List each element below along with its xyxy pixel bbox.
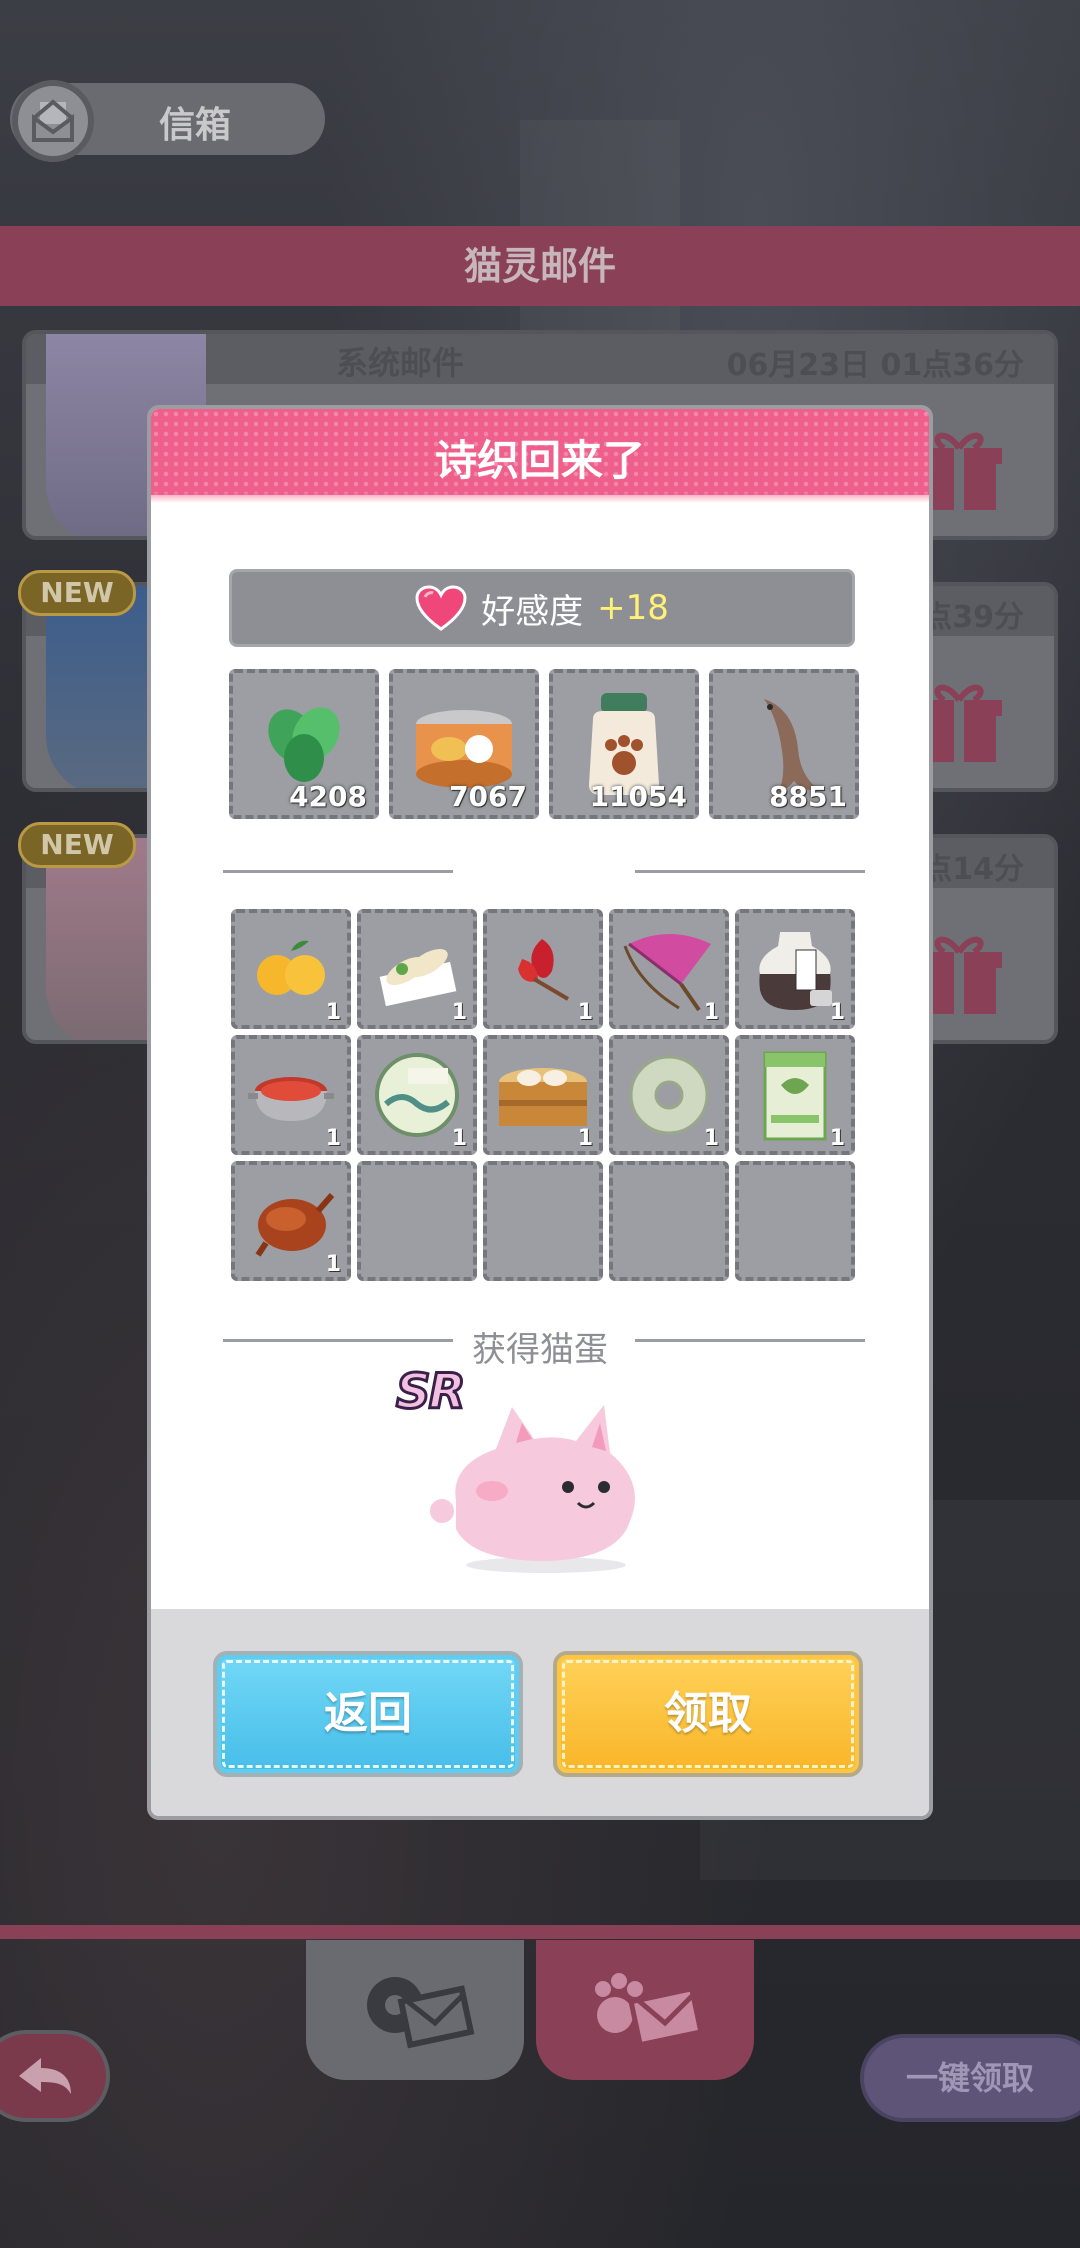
gift-slot[interactable]: 1 [609, 1035, 729, 1155]
gift-slot[interactable]: 1 [483, 1035, 603, 1155]
reward-slot[interactable]: 7067 [389, 669, 539, 819]
affinity-label: 好感度 [481, 591, 584, 632]
item-count: 1 [829, 1126, 845, 1151]
hotpot-icon [248, 1077, 334, 1121]
item-count: 7067 [449, 780, 527, 813]
liquor-jar-icon [759, 932, 832, 1010]
item-count: 1 [325, 1000, 341, 1025]
claim-button[interactable]: 领取 [553, 1651, 863, 1777]
gift-slot[interactable]: 1 [231, 1161, 351, 1281]
mint-leaves-icon [268, 707, 340, 782]
item-count: 1 [325, 1126, 341, 1151]
puer-tea-cake-icon [375, 1053, 459, 1137]
divider [223, 870, 453, 873]
gift-slot[interactable]: 1 [357, 1035, 477, 1155]
item-count: 1 [451, 1000, 467, 1025]
item-count: 1 [577, 1000, 593, 1025]
gift-slot[interactable]: 1 [735, 1035, 855, 1155]
reward-slot[interactable]: 8851 [709, 669, 859, 819]
item-count: 1 [703, 1000, 719, 1025]
item-count: 1 [829, 1000, 845, 1025]
empty-slot [357, 1161, 477, 1281]
empty-slot [735, 1161, 855, 1281]
gift-slot[interactable]: 1 [231, 909, 351, 1029]
red-flower-icon [518, 939, 570, 1001]
return-button[interactable]: 返回 [213, 1651, 523, 1777]
heart-icon [415, 585, 467, 631]
empty-slot [609, 1161, 729, 1281]
gift-slot[interactable]: 1 [609, 909, 729, 1029]
item-count: 1 [325, 1252, 341, 1277]
gift-slot[interactable]: 1 [483, 909, 603, 1029]
item-count: 1 [451, 1126, 467, 1151]
spring-rolls-icon [379, 949, 457, 1007]
item-count: 1 [577, 1126, 593, 1151]
affinity-value: +18 [597, 588, 669, 628]
reward-slot[interactable]: 4208 [229, 669, 379, 819]
jade-disc-icon [629, 1055, 709, 1135]
divider [635, 870, 865, 873]
item-count: 4208 [289, 780, 367, 813]
oranges-icon [257, 940, 325, 995]
tea-bag-icon [763, 1051, 827, 1141]
dialog-footer: 返回 领取 [151, 1609, 929, 1816]
affinity-bar: 好感度 +18 [229, 569, 855, 647]
reward-dialog: 诗织回来了 好感度 +18 4208 7067 11054 8851 1 1 1… [147, 405, 933, 1820]
egg-section-label: 获得猫蛋 [472, 1330, 608, 1370]
fish-can-icon [416, 710, 512, 788]
gift-slot[interactable]: 1 [231, 1035, 351, 1155]
gift-item-grid: 1 1 1 1 1 1 1 1 1 1 1 [231, 909, 855, 1281]
item-count: 8851 [769, 780, 847, 813]
gift-slot[interactable]: 1 [357, 909, 477, 1029]
empty-slot [483, 1161, 603, 1281]
item-count: 11054 [589, 780, 687, 813]
roast-duck-icon [255, 1193, 335, 1257]
gift-slot[interactable]: 1 [735, 909, 855, 1029]
cat-egg-icon [430, 1405, 635, 1573]
item-count: 1 [703, 1126, 719, 1151]
dialog-title: 诗织回来了 [434, 436, 645, 485]
reward-slot[interactable]: 11054 [549, 669, 699, 819]
main-reward-row: 4208 7067 11054 8851 [229, 669, 859, 819]
